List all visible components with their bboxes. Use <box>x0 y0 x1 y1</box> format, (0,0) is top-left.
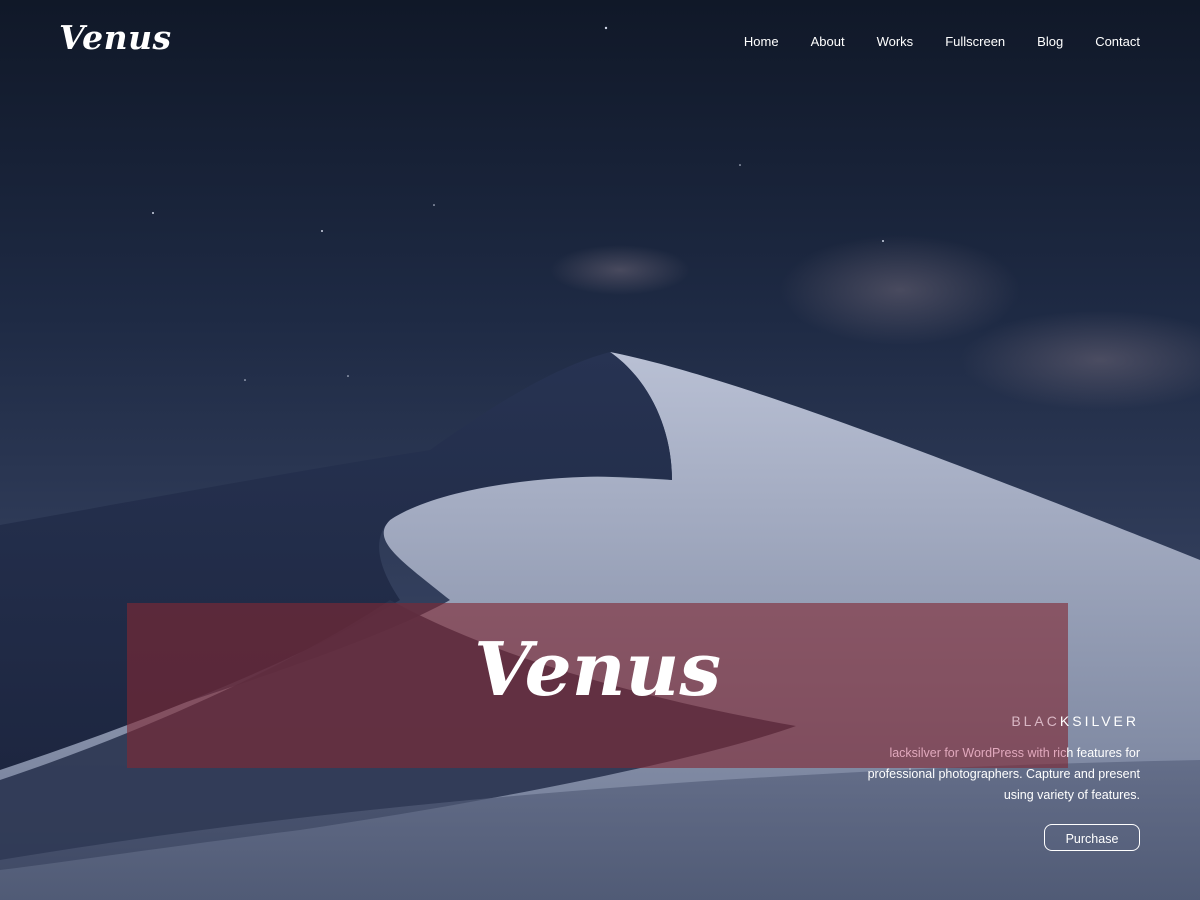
nav-fullscreen-link[interactable]: Fullscreen <box>945 34 1005 49</box>
brand-heading-main-part: KSILVER <box>1059 713 1139 729</box>
page: Venus Home About Works Fullscreen Blog C… <box>0 0 1200 900</box>
brand-heading-faded-part: BLAC <box>1011 713 1060 729</box>
hero-description-faded-part: lacksilver for WordPress with ric <box>889 746 1067 760</box>
main-navigation: Home About Works Fullscreen Blog Contact <box>744 34 1140 49</box>
nav-about-link[interactable]: About <box>811 34 845 49</box>
nav-home-link[interactable]: Home <box>744 34 779 49</box>
nav-contact-link[interactable]: Contact <box>1095 34 1140 49</box>
site-logo[interactable]: Venus <box>59 18 172 57</box>
hero-description: lacksilver for WordPress with rich featu… <box>840 743 1140 806</box>
purchase-button[interactable]: Purchase <box>1044 824 1140 851</box>
nav-blog-link[interactable]: Blog <box>1037 34 1063 49</box>
brand-heading: BLACKSILVER <box>1011 713 1139 729</box>
hero-title: Venus <box>474 627 721 713</box>
nav-works-link[interactable]: Works <box>877 34 914 49</box>
